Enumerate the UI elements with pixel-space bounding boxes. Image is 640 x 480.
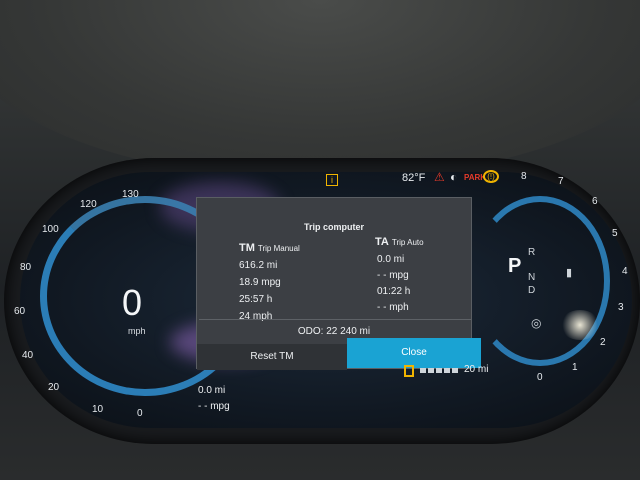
close-button[interactable]: Close: [347, 338, 481, 368]
current-speed: 0: [122, 282, 143, 323]
battery-icon: ▮: [566, 267, 573, 279]
tach-tick: 5: [612, 228, 618, 239]
fuel-gauge-bar: [420, 368, 460, 373]
dashboard-hood: [0, 0, 640, 180]
outside-temperature: 82°F: [402, 172, 426, 184]
odometer: ODO: 22 240 mi: [297, 326, 371, 337]
gear-n: N: [528, 272, 536, 283]
dialog-title: Trip computer: [303, 222, 364, 232]
fuel-pump-icon: [404, 365, 414, 377]
tach-tick: 6: [592, 196, 598, 207]
tach-tick: 4: [622, 266, 628, 277]
ta-avg-speed: - - mph: [377, 302, 409, 313]
gear-d: D: [528, 285, 536, 296]
tach-tick: 3: [618, 302, 624, 313]
speed-tick: 120: [80, 199, 97, 210]
speed-unit: mph: [128, 326, 146, 336]
gear-p-selected: P: [508, 255, 522, 277]
tach-tick: 7: [558, 176, 564, 187]
photo-scene: 130 120 100 80 60 40 20 10 0 0 mph 8 7 6…: [0, 0, 640, 480]
bottom-economy: - - mpg: [198, 401, 230, 412]
speed-tick: 80: [20, 262, 32, 273]
speed-tick: 100: [42, 224, 59, 235]
ta-distance: 0.0 mi: [377, 254, 405, 265]
trip-computer-dialog: Trip computer TM Trip Manual TA Trip Auto …: [196, 197, 481, 370]
trip-auto-label: Trip Auto: [391, 238, 424, 247]
speed-tick: 60: [14, 306, 26, 317]
reset-tm-button[interactable]: Reset TM: [197, 344, 347, 370]
trip-auto-header: TA Trip Auto: [375, 236, 424, 248]
speed-tick: 20: [48, 382, 60, 393]
speed-tick: 10: [92, 404, 104, 415]
tm-economy: 18.9 mpg: [239, 277, 281, 288]
ta-economy: - - mpg: [377, 270, 409, 281]
tach-tick: 8: [521, 171, 527, 182]
ta-time: 01:22 h: [377, 286, 411, 297]
tm-avg-speed: 24 mph: [239, 311, 273, 322]
dialog-divider: [199, 319, 471, 320]
tm-distance: 616.2 mi: [239, 260, 278, 271]
info-icon: i: [326, 174, 338, 186]
speed-tick: 130: [122, 189, 139, 200]
tach-tick: 2: [600, 337, 606, 348]
tm-time: 25:57 h: [239, 294, 273, 305]
drive-mode-icon: ◎: [531, 316, 542, 330]
door-ajar-icon: ◐: [450, 170, 458, 184]
trip-auto-code: TA: [375, 236, 389, 248]
speed-tick: 0: [137, 408, 143, 419]
fuel-range: 20 mi: [464, 364, 489, 375]
tach-tick: 1: [572, 362, 578, 373]
tach-tick: 0: [537, 372, 543, 383]
speed-tick: 40: [22, 350, 34, 361]
trip-manual-code: TM: [239, 242, 255, 254]
gear-r: R: [528, 247, 536, 258]
trip-manual-header: TM Trip Manual: [239, 242, 300, 254]
trip-manual-label: Trip Manual: [257, 244, 300, 253]
seatbelt-warning-icon: ⚠: [434, 170, 445, 184]
tachometer-ring: [470, 196, 610, 366]
bottom-distance: 0.0 mi: [198, 385, 226, 396]
brake-warning-icon: (!): [483, 170, 499, 183]
